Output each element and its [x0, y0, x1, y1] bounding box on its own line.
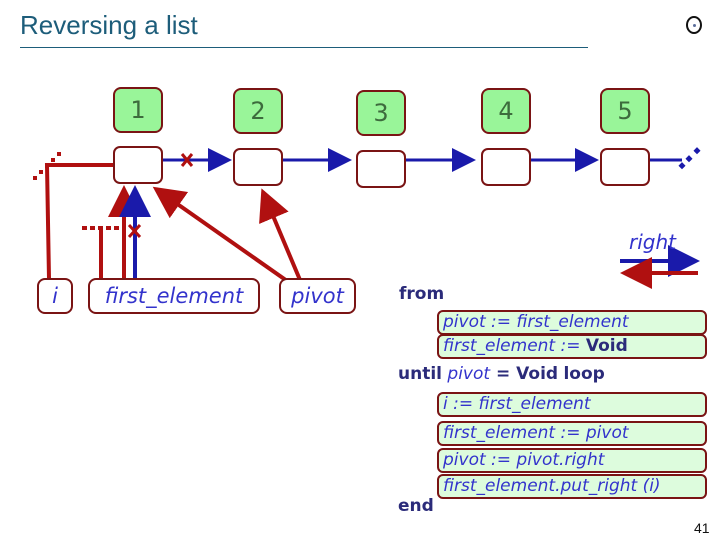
code-line-body-1: i := first_element	[437, 392, 707, 417]
cond-var: pivot	[447, 364, 491, 384]
code-line-init-1: pivot := first_element	[437, 310, 707, 335]
code-text: pivot := first_element	[443, 312, 629, 332]
i-pointer	[44, 163, 123, 280]
code-text: first_element :=	[443, 336, 586, 356]
void-keyword: Void	[585, 336, 628, 356]
code-line-body-2: first_element := pivot	[437, 421, 707, 446]
list-node-5-ref	[600, 148, 650, 186]
list-node-1-ref	[113, 146, 163, 184]
pivot-old-pointer	[152, 186, 292, 285]
until-clause: until pivot = Void loop	[398, 364, 605, 384]
cond-op: =	[490, 364, 517, 384]
keyword-until: until	[398, 364, 442, 384]
list-node-3-ref	[356, 150, 406, 188]
keyword-from: from	[399, 284, 445, 304]
void-dots-blue	[678, 147, 701, 170]
list-node-1-value: 1	[113, 87, 163, 133]
list-node-5-value: 5	[600, 88, 650, 134]
page-number: 41	[694, 520, 710, 536]
list-node-3-value: 3	[356, 90, 406, 136]
legend-right-label: right	[629, 230, 676, 254]
list-node-4-ref	[481, 148, 531, 186]
list-node-4-value: 4	[481, 88, 531, 134]
cond-void: Void	[516, 364, 559, 384]
variable-pivot: pivot	[279, 278, 356, 314]
code-line-init-2: first_element := Void	[437, 334, 707, 359]
list-node-2-ref	[233, 148, 283, 186]
code-line-body-3: pivot := pivot.right	[437, 448, 707, 473]
keyword-loop: loop	[563, 364, 605, 384]
code-line-body-4: first_element.put_right (i)	[437, 474, 707, 499]
keyword-end: end	[398, 496, 434, 516]
variable-i: i	[37, 278, 73, 314]
variable-first-element: first_element	[88, 278, 260, 314]
list-node-2-value: 2	[233, 88, 283, 134]
